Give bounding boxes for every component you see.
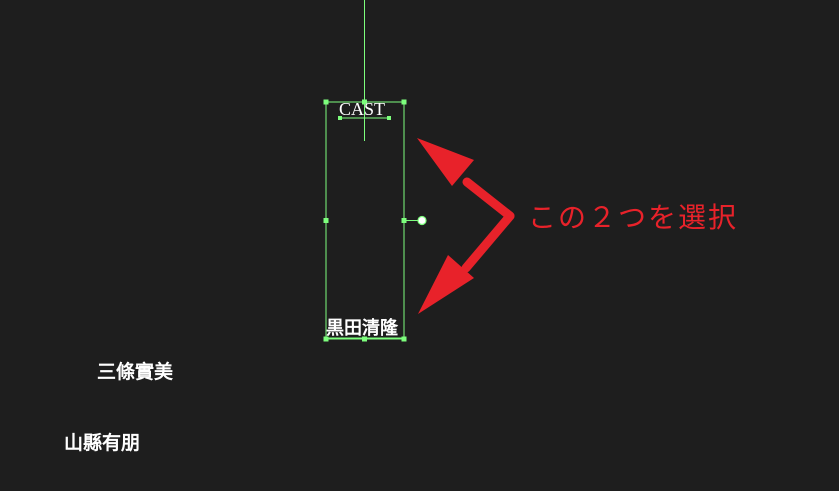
cast-text-anchor-right[interactable] xyxy=(387,116,391,120)
text-layer-cast[interactable]: CAST xyxy=(339,100,385,118)
arrow-icon-upper xyxy=(462,177,515,221)
annotation-arrows xyxy=(417,138,515,314)
rotation-handle[interactable] xyxy=(417,215,427,226)
text-layer-sanjo[interactable]: 三條實美 xyxy=(97,363,173,382)
handle-middle-left[interactable] xyxy=(323,218,329,223)
text-layer-yamagata[interactable]: 山縣有朋 xyxy=(64,434,140,453)
handle-top-left[interactable] xyxy=(323,99,329,105)
handle-top-right[interactable] xyxy=(401,99,407,105)
arrow-icon-lower xyxy=(461,211,515,273)
annotation-label: この２つを選択 xyxy=(528,201,739,234)
handle-bottom-right[interactable] xyxy=(401,336,407,342)
motion-canvas[interactable]: CAST 黒田清隆 三條實美 山縣有朋 この２つを選択 xyxy=(0,0,839,491)
text-layer-kuroda[interactable]: 黒田清隆 xyxy=(326,320,398,338)
selection-overlay xyxy=(323,0,515,342)
